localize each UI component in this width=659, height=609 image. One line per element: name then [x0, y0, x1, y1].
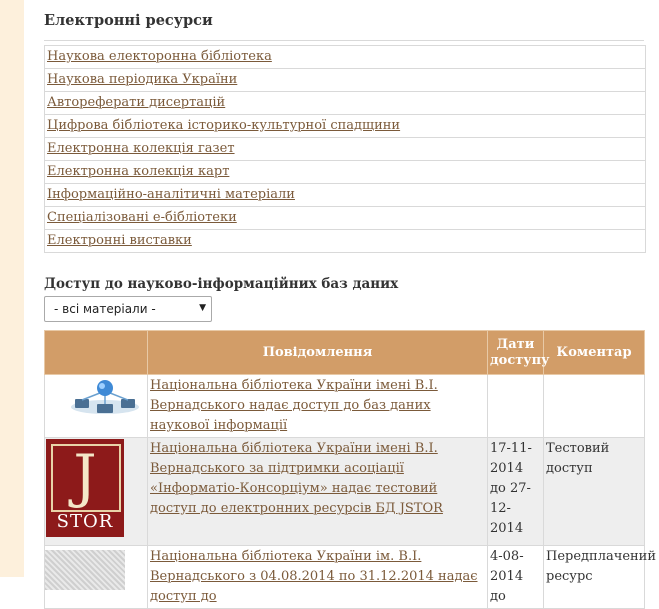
row-comment-cell: Тестовий доступ [543, 437, 645, 546]
resource-link[interactable]: Наукова періодика України [45, 69, 645, 92]
resource-link[interactable]: Електронна колекція карт [45, 161, 645, 184]
row-dates-cell [487, 374, 544, 438]
row-message-cell: Національна бібліотека України імені В.І… [147, 374, 488, 438]
databases-table: Повідомлення Дати доступу Коментар Націо… [44, 330, 656, 609]
row-message-cell: Національна бібліотека України імені В.І… [147, 437, 488, 546]
table-row: Національна бібліотека України імені В.І… [44, 374, 645, 438]
jstor-logo-letter: J [73, 442, 97, 510]
resources-list: Наукова електоронна бібліотека Наукова п… [44, 45, 646, 253]
resource-link[interactable]: Електронні виставки [45, 230, 645, 253]
resource-link[interactable]: Автореферати дисертацій [45, 92, 645, 115]
column-header-message: Повідомлення [147, 330, 488, 375]
column-header-thumbnail [44, 330, 148, 375]
column-header-dates: Дати доступу [487, 330, 549, 375]
row-dates-cell: 4-08-2014 до [487, 545, 544, 609]
row-comment-cell [543, 374, 645, 438]
column-header-comment: Коментар [543, 330, 645, 375]
row-thumbnail-cell [44, 374, 148, 438]
row-message-cell: Національна бібліотека України ім. В.І. … [147, 545, 488, 609]
resource-link[interactable]: Цифрова бібліотека історико-культурної с… [45, 115, 645, 138]
row-comment-cell: Передплачений ресурс [543, 545, 656, 609]
databases-heading: Доступ до науково-інформаційних баз дани… [44, 276, 399, 292]
materials-filter-value: - всі матеріали - [54, 302, 156, 316]
dropdown-arrow-icon: ▼ [199, 303, 206, 313]
row-thumbnail-cell [44, 545, 148, 609]
heading-divider [44, 40, 644, 41]
message-link[interactable]: Національна бібліотека України імені В.І… [150, 441, 443, 516]
resource-link[interactable]: Інформаційно-аналітичні матеріали [45, 184, 645, 207]
table-header-row: Повідомлення Дати доступу Коментар [44, 330, 645, 375]
table-row: J STOR Національна бібліотека України ім… [44, 437, 645, 546]
materials-filter-select[interactable]: - всі матеріали - ▼ [44, 296, 212, 322]
message-link[interactable]: Національна бібліотека України імені В.І… [150, 378, 438, 433]
document-thumbnail [45, 550, 125, 590]
resource-link[interactable]: Електронна колекція газет [45, 138, 645, 161]
resource-link[interactable]: Наукова електоронна бібліотека [45, 46, 645, 69]
row-dates-cell: 17-11-2014 до 27-12-2014 [487, 437, 544, 546]
left-background-strip [0, 0, 24, 577]
resource-link[interactable]: Спеціалізовані е-бібліотеки [45, 207, 645, 230]
jstor-logo: J STOR [46, 439, 124, 537]
table-row: Національна бібліотека України ім. В.І. … [44, 545, 656, 609]
network-icon [71, 380, 139, 414]
resources-heading: Електронні ресурси [44, 12, 213, 29]
jstor-logo-word: STOR [56, 511, 114, 532]
row-thumbnail-cell: J STOR [44, 437, 148, 546]
